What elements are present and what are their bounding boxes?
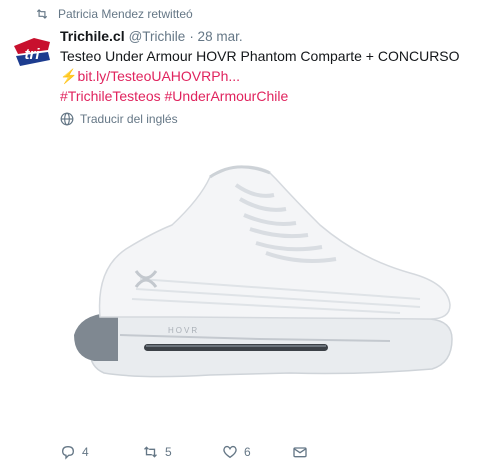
- svg-text:tri: tri: [25, 46, 41, 63]
- envelope-icon: [293, 447, 307, 458]
- like-count: 6: [244, 445, 251, 459]
- reply-button[interactable]: 4: [60, 443, 142, 461]
- lightning-icon: ⚡: [60, 68, 78, 84]
- tweet-header: Trichile.cl @Trichile · 28 mar.: [60, 27, 490, 46]
- retweet-icon: [36, 9, 48, 19]
- avatar[interactable]: tri: [10, 32, 54, 76]
- heart-icon: [223, 445, 237, 459]
- author-handle[interactable]: @Trichile: [129, 28, 186, 46]
- globe-icon: [60, 112, 74, 126]
- reply-count: 4: [82, 445, 89, 459]
- reply-icon: [61, 445, 75, 460]
- tweet-text: Testeo Under Armour HOVR Phantom Compart…: [60, 48, 460, 64]
- tweet-image[interactable]: HOVR: [60, 129, 480, 425]
- trichile-logo: tri: [10, 32, 54, 76]
- retweet-count: 5: [165, 445, 172, 459]
- sneaker-image: HOVR: [74, 165, 453, 378]
- retweet-indicator: Patricia Mendez retwitteó: [36, 7, 193, 21]
- retweet-action-icon: [144, 446, 157, 458]
- like-button[interactable]: 6: [222, 443, 292, 461]
- tweet-date[interactable]: · 28 mar.: [189, 28, 242, 46]
- author-name[interactable]: Trichile.cl: [60, 27, 125, 45]
- message-button[interactable]: [292, 443, 332, 461]
- retweeted-by[interactable]: Patricia Mendez retwitteó: [58, 7, 193, 21]
- hashtags[interactable]: #TrichileTesteos #UnderArmourChile: [60, 87, 490, 106]
- action-bar: 4 5 6: [60, 443, 332, 461]
- translate-link[interactable]: Traducir del inglés: [60, 112, 490, 126]
- hovr-label: HOVR: [168, 326, 199, 335]
- translate-label: Traducir del inglés: [80, 112, 178, 126]
- tweet-content: Trichile.cl @Trichile · 28 mar. Testeo U…: [60, 27, 490, 126]
- tweet-link[interactable]: bit.ly/TesteoUAHOVRPh...: [77, 68, 240, 84]
- retweet-button[interactable]: 5: [142, 443, 222, 461]
